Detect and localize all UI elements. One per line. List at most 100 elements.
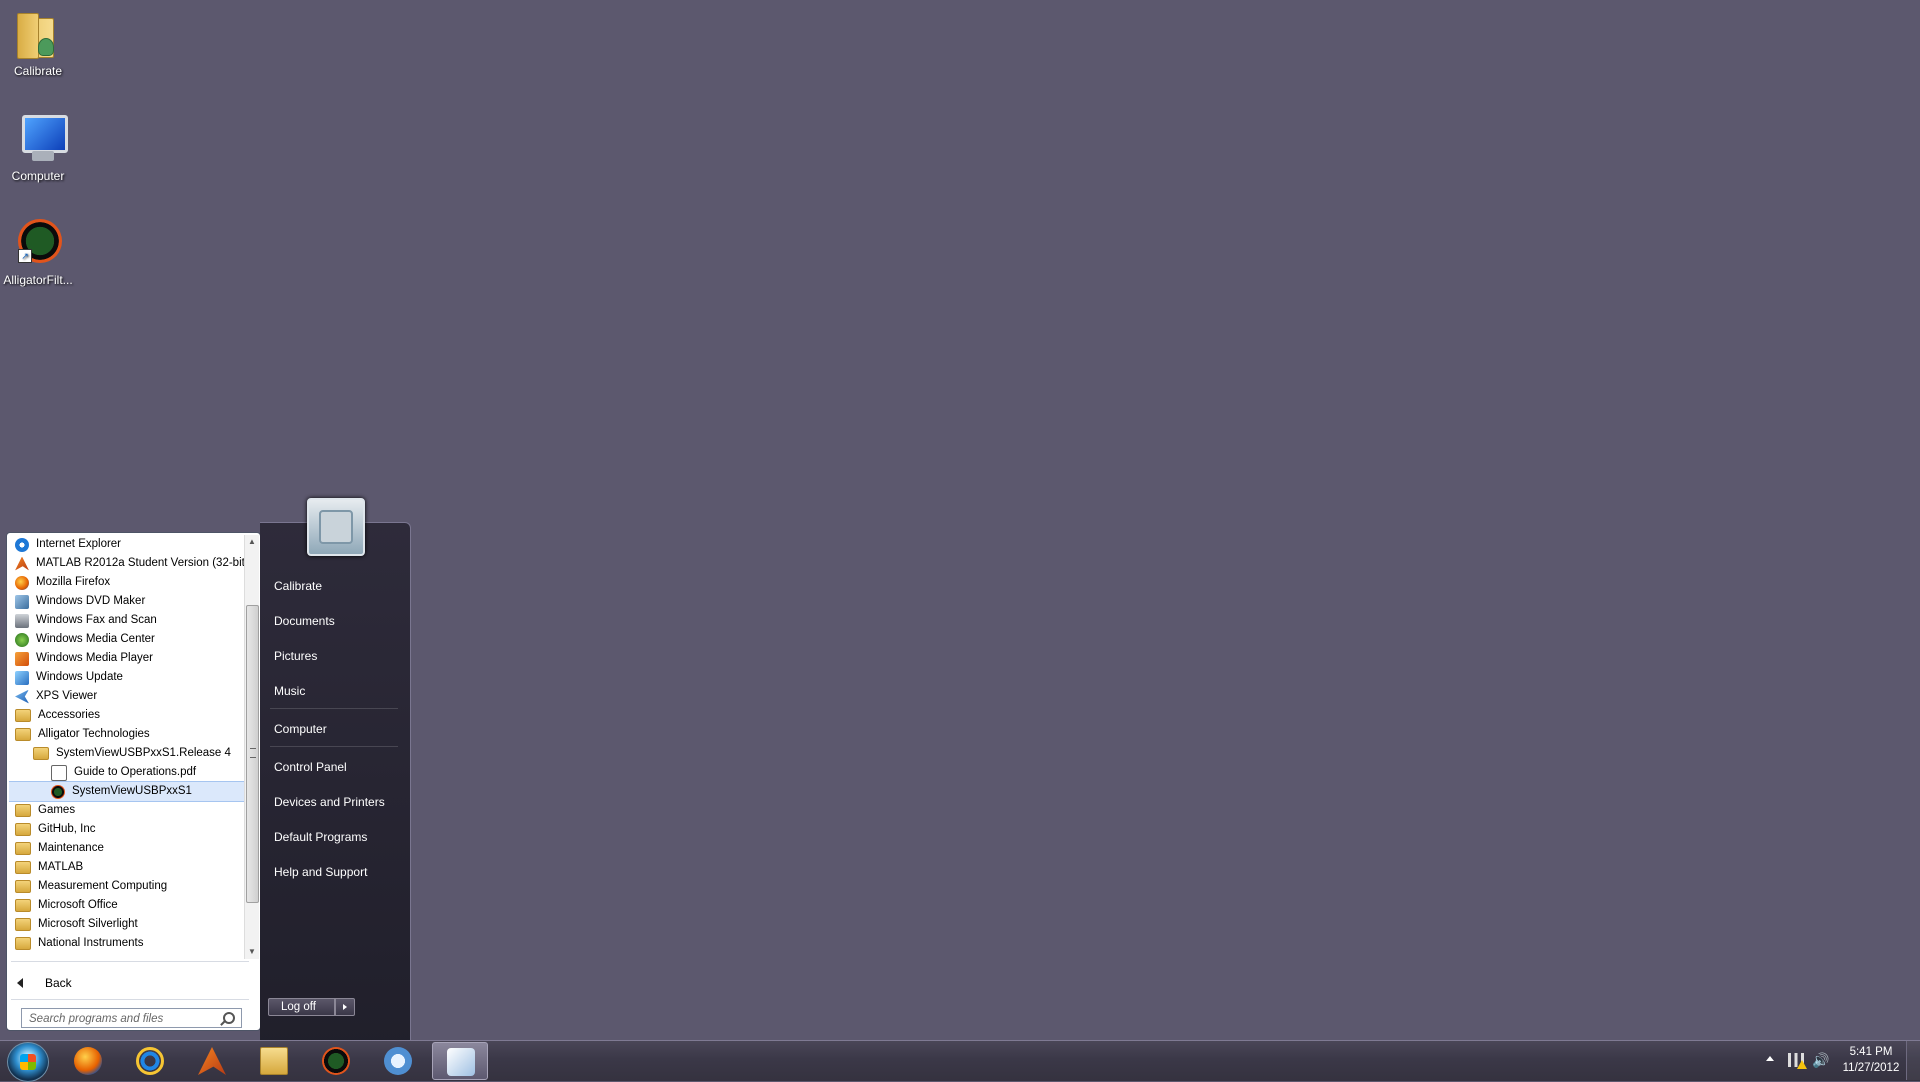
program-item-matlab[interactable]: MATLAB R2012a Student Version (32-bit) <box>9 554 245 573</box>
program-folder-systemview-release[interactable]: SystemViewUSBPxxS1.Release 4 <box>9 744 245 763</box>
firefox-icon <box>15 575 29 590</box>
user-avatar[interactable] <box>307 498 365 556</box>
places-item-pictures[interactable]: Pictures <box>274 646 317 666</box>
divider <box>270 746 398 747</box>
windows-update-icon <box>15 670 29 685</box>
folder-icon <box>33 747 49 760</box>
start-menu-programs-pane: Internet Explorer MATLAB R2012a Student … <box>6 532 261 1031</box>
clock-time: 5:41 PM <box>1849 1046 1893 1058</box>
user-folder-icon <box>12 8 64 60</box>
desktop-icon-label: Calibrate <box>13 64 63 78</box>
volume-icon[interactable]: 🔊 <box>1812 1052 1829 1068</box>
folder-icon <box>260 1047 288 1075</box>
places-item-default-programs[interactable]: Default Programs <box>274 827 367 847</box>
taskbar-button-internet-explorer[interactable] <box>122 1042 178 1080</box>
pdf-icon <box>51 764 67 781</box>
desktop-icon-computer[interactable]: Computer <box>0 107 76 183</box>
robot-icon <box>319 510 353 544</box>
folder-icon <box>15 823 31 836</box>
program-folder-maintenance[interactable]: Maintenance <box>9 839 245 858</box>
start-menu: Internet Explorer MATLAB R2012a Student … <box>0 498 411 1043</box>
back-button[interactable]: Back <box>17 973 72 993</box>
program-folder-alligator-technologies[interactable]: Alligator Technologies <box>9 725 245 744</box>
computer-icon <box>12 113 68 165</box>
show-hidden-icons-chevron-icon[interactable] <box>1766 1056 1774 1061</box>
firefox-icon <box>74 1047 102 1075</box>
matlab-icon <box>15 556 29 571</box>
dvd-maker-icon <box>15 594 29 609</box>
paint-icon <box>447 1048 475 1076</box>
alligator-app-icon <box>322 1047 350 1075</box>
scroll-thumb[interactable] <box>246 605 259 903</box>
taskbar-button-alligator[interactable] <box>308 1042 364 1080</box>
taskbar <box>0 1040 1920 1082</box>
program-list: Internet Explorer MATLAB R2012a Student … <box>9 535 245 959</box>
desktop-icon-calibrate[interactable]: Calibrate <box>0 2 76 78</box>
program-item-media-player[interactable]: Windows Media Player <box>9 649 245 668</box>
system-clock[interactable]: 5:41 PM 11/27/2012 <box>1830 1044 1912 1076</box>
program-folder-games[interactable]: Games <box>9 801 245 820</box>
program-folder-national-instruments[interactable]: National Instruments <box>9 934 245 953</box>
media-center-icon <box>15 632 29 647</box>
places-item-calibrate[interactable]: Calibrate <box>274 576 322 596</box>
scroll-up-arrow-icon[interactable]: ▲ <box>245 535 259 549</box>
taskbar-button-github[interactable] <box>370 1042 426 1080</box>
search-input[interactable]: Search programs and files <box>21 1008 242 1028</box>
desktop-icon-alligator[interactable]: ↗ AlligatorFilt... <box>0 211 76 287</box>
folder-icon <box>15 937 31 950</box>
places-item-control-panel[interactable]: Control Panel <box>274 757 347 777</box>
folder-icon <box>15 842 31 855</box>
taskbar-button-firefox[interactable] <box>60 1042 116 1080</box>
folder-icon <box>15 728 31 741</box>
taskbar-button-matlab[interactable] <box>184 1042 240 1080</box>
fax-scan-icon <box>15 613 29 628</box>
folder-icon <box>15 804 31 817</box>
program-item-xps-viewer[interactable]: XPS Viewer <box>9 687 245 706</box>
logoff-options-arrow-icon[interactable] <box>335 998 355 1016</box>
program-item-windows-update[interactable]: Windows Update <box>9 668 245 687</box>
search-icon[interactable] <box>223 1012 235 1024</box>
divider <box>11 961 249 962</box>
scroll-down-arrow-icon[interactable]: ▼ <box>245 945 259 959</box>
media-player-icon <box>15 651 29 666</box>
program-item-guide-pdf[interactable]: Guide to Operations.pdf <box>9 763 245 782</box>
program-item-fax-scan[interactable]: Windows Fax and Scan <box>9 611 245 630</box>
start-menu-places-pane <box>260 522 411 1043</box>
internet-explorer-icon <box>15 537 29 552</box>
clock-date: 11/27/2012 <box>1842 1062 1900 1074</box>
program-item-internet-explorer[interactable]: Internet Explorer <box>9 535 245 554</box>
program-folder-github[interactable]: GitHub, Inc <box>9 820 245 839</box>
program-folder-silverlight[interactable]: Microsoft Silverlight <box>9 915 245 934</box>
program-item-firefox[interactable]: Mozilla Firefox <box>9 573 245 592</box>
places-item-help-support[interactable]: Help and Support <box>274 862 367 882</box>
program-item-dvd-maker[interactable]: Windows DVD Maker <box>9 592 245 611</box>
github-icon <box>384 1047 412 1075</box>
xps-viewer-icon <box>15 689 29 704</box>
folder-icon <box>15 880 31 893</box>
program-folder-measurement-computing[interactable]: Measurement Computing <box>9 877 245 896</box>
places-item-computer[interactable]: Computer <box>274 719 327 739</box>
network-warning-icon <box>1797 1060 1807 1069</box>
folder-icon <box>15 918 31 931</box>
folder-icon <box>15 899 31 912</box>
program-folder-microsoft-office[interactable]: Microsoft Office <box>9 896 245 915</box>
back-arrow-icon <box>17 978 23 988</box>
program-list-scrollbar[interactable]: ▲ ▼ <box>244 535 259 959</box>
start-button[interactable] <box>7 1042 49 1082</box>
places-item-music[interactable]: Music <box>274 681 305 701</box>
program-folder-accessories[interactable]: Accessories <box>9 706 245 725</box>
logoff-button[interactable]: Log off <box>268 998 335 1016</box>
alligator-app-icon: ↗ <box>12 217 64 269</box>
taskbar-button-paint[interactable] <box>432 1042 488 1080</box>
divider <box>270 708 398 709</box>
taskbar-button-windows-explorer[interactable] <box>246 1042 302 1080</box>
places-item-devices-printers[interactable]: Devices and Printers <box>274 792 385 812</box>
program-item-media-center[interactable]: Windows Media Center <box>9 630 245 649</box>
internet-explorer-icon <box>136 1047 164 1075</box>
places-item-documents[interactable]: Documents <box>274 611 335 631</box>
show-desktop-button[interactable] <box>1906 1041 1920 1080</box>
divider <box>11 999 249 1000</box>
program-item-systemview[interactable]: SystemViewUSBPxxS1 <box>9 781 245 802</box>
folder-icon <box>15 709 31 722</box>
program-folder-matlab[interactable]: MATLAB <box>9 858 245 877</box>
